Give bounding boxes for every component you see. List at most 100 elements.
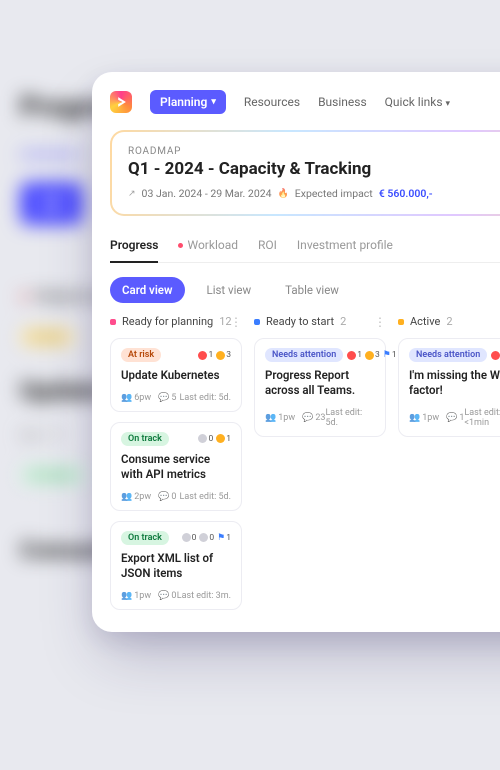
- comments-stat: 💬0: [158, 492, 176, 502]
- badge-dot-icon: [199, 533, 208, 542]
- column-more-icon[interactable]: ⋮: [374, 315, 386, 329]
- badge-dot-icon: [347, 351, 356, 360]
- people-stat: 👥1pw: [265, 413, 295, 423]
- last-edit: Last edit: 5d.: [325, 408, 375, 428]
- people-icon: 👥: [121, 591, 132, 601]
- people-icon: 👥: [121, 393, 132, 403]
- task-title: I'm missing the Wow-factor!: [409, 368, 500, 398]
- comment-icon: 💬: [158, 492, 169, 502]
- status-color-icon: [398, 319, 404, 325]
- column-name: Ready for planning: [122, 315, 213, 328]
- flag-icon: [217, 533, 225, 543]
- badge-dot-icon: [365, 351, 374, 360]
- task-card[interactable]: At risk 13 Update Kubernetes 👥6pw 💬5 Las…: [110, 338, 242, 412]
- logo-icon[interactable]: [110, 91, 132, 113]
- people-icon: 👥: [121, 492, 132, 502]
- task-card[interactable]: Needs attention 101 I'm missing the Wow-…: [398, 338, 500, 437]
- badge-dot-icon: [182, 533, 191, 542]
- roadmap-label: ROADMAP: [128, 146, 500, 157]
- badge-dot-icon: [216, 351, 225, 360]
- indicator-dot-icon: [178, 243, 183, 248]
- comments-stat: 💬0: [158, 591, 176, 601]
- kanban-board: Ready for planning 12 ⋮ At risk 13 Updat…: [110, 315, 500, 620]
- column-name: Active: [410, 315, 440, 328]
- tab-roi[interactable]: ROI: [258, 232, 277, 262]
- nav-quicklinks[interactable]: Quick links ▾: [385, 95, 450, 109]
- status-color-icon: [110, 319, 116, 325]
- status-pill: Needs attention: [265, 348, 343, 362]
- task-title: Consume service with API metrics: [121, 452, 231, 482]
- badge: 0: [199, 533, 214, 543]
- task-title: Update Kubernetes: [121, 368, 231, 383]
- badge-dot-icon: [491, 351, 500, 360]
- nav-planning-label: Planning: [160, 95, 207, 109]
- badge-group: 131: [347, 350, 396, 360]
- tab-workload-label: Workload: [187, 238, 238, 252]
- people-icon: 👥: [409, 413, 420, 423]
- badge: 3: [216, 350, 231, 360]
- people-stat: 👥2pw: [121, 492, 151, 502]
- badge-group: 001: [182, 533, 231, 543]
- view-switcher: Card view List view Table view: [110, 277, 500, 303]
- flag-icon: [383, 350, 391, 360]
- status-color-icon: [254, 319, 260, 325]
- nav-business[interactable]: Business: [318, 95, 367, 109]
- comments-stat: 💬5: [158, 393, 176, 403]
- people-icon: 👥: [265, 413, 276, 423]
- flag-badge: 1: [217, 533, 231, 543]
- column-header: Active 2 ⋮: [398, 315, 500, 328]
- task-card[interactable]: On track 01 Consume service with API met…: [110, 422, 242, 511]
- column-ready-start: Ready to start 2 ⋮ Needs attention 131 P…: [254, 315, 386, 620]
- comments-stat: 💬1: [446, 413, 464, 423]
- comment-icon: 💬: [302, 413, 313, 423]
- flame-icon: 🔥: [278, 189, 289, 199]
- badge-dot-icon: [198, 434, 207, 443]
- last-edit: Last edit: 5d.: [180, 492, 231, 502]
- chevron-down-icon: ▾: [211, 97, 216, 107]
- impact-label: Expected impact: [295, 187, 373, 200]
- badge: 1: [216, 434, 231, 444]
- roadmap-meta: ↗ 03 Jan. 2024 - 29 Mar. 2024 🔥 Expected…: [128, 187, 500, 200]
- view-list[interactable]: List view: [195, 277, 264, 303]
- impact-value: € 560.000,-: [379, 187, 433, 200]
- badge-dot-icon: [216, 434, 225, 443]
- top-nav: Planning ▾ Resources Business Quick link…: [110, 90, 500, 114]
- last-edit: Last edit: 3m.: [177, 591, 231, 601]
- people-stat: 👥1pw: [121, 591, 151, 601]
- column-header: Ready for planning 12 ⋮: [110, 315, 242, 328]
- app-window: Planning ▾ Resources Business Quick link…: [92, 72, 500, 632]
- flag-badge: 1: [383, 350, 397, 360]
- task-title: Export XML list of JSON items: [121, 551, 231, 581]
- chevron-down-icon: ▾: [446, 99, 451, 109]
- tab-workload[interactable]: Workload: [178, 232, 238, 262]
- task-card[interactable]: On track 001 Export XML list of JSON ite…: [110, 521, 242, 610]
- nav-planning[interactable]: Planning ▾: [150, 90, 226, 114]
- tab-progress[interactable]: Progress: [110, 232, 158, 262]
- column-active: Active 2 ⋮ Needs attention 101 I'm missi…: [398, 315, 500, 620]
- badge-group: 13: [198, 350, 231, 360]
- status-pill: At risk: [121, 348, 161, 362]
- comments-stat: 💬23: [302, 413, 325, 423]
- column-header: Ready to start 2 ⋮: [254, 315, 386, 328]
- column-count: 2: [446, 315, 452, 328]
- badge: 1: [491, 350, 500, 360]
- task-card[interactable]: Needs attention 131 Progress Report acro…: [254, 338, 386, 437]
- roadmap-dates: 03 Jan. 2024 - 29 Mar. 2024: [142, 187, 272, 200]
- nav-resources[interactable]: Resources: [244, 95, 300, 109]
- tab-investment[interactable]: Investment profile: [297, 232, 393, 262]
- task-title: Progress Report across all Teams.: [265, 368, 375, 398]
- column-more-icon[interactable]: ⋮: [230, 315, 242, 329]
- badge: 1: [347, 350, 362, 360]
- people-stat: 👥6pw: [121, 393, 151, 403]
- badge: 0: [198, 434, 213, 444]
- badge: 0: [182, 533, 197, 543]
- tab-bar: Progress Workload ROI Investment profile: [110, 232, 500, 263]
- comment-icon: 💬: [158, 591, 169, 601]
- last-edit: Last edit: <1min: [464, 408, 500, 428]
- view-card[interactable]: Card view: [110, 277, 185, 303]
- bg-button: All: [20, 182, 83, 225]
- view-table[interactable]: Table view: [273, 277, 351, 303]
- roadmap-header-card: ⋮ ⌄ ROADMAP Q1 - 2024 - Capacity & Track…: [110, 130, 500, 216]
- nav-quicklinks-label: Quick links: [385, 95, 443, 109]
- column-name: Ready to start: [266, 315, 334, 328]
